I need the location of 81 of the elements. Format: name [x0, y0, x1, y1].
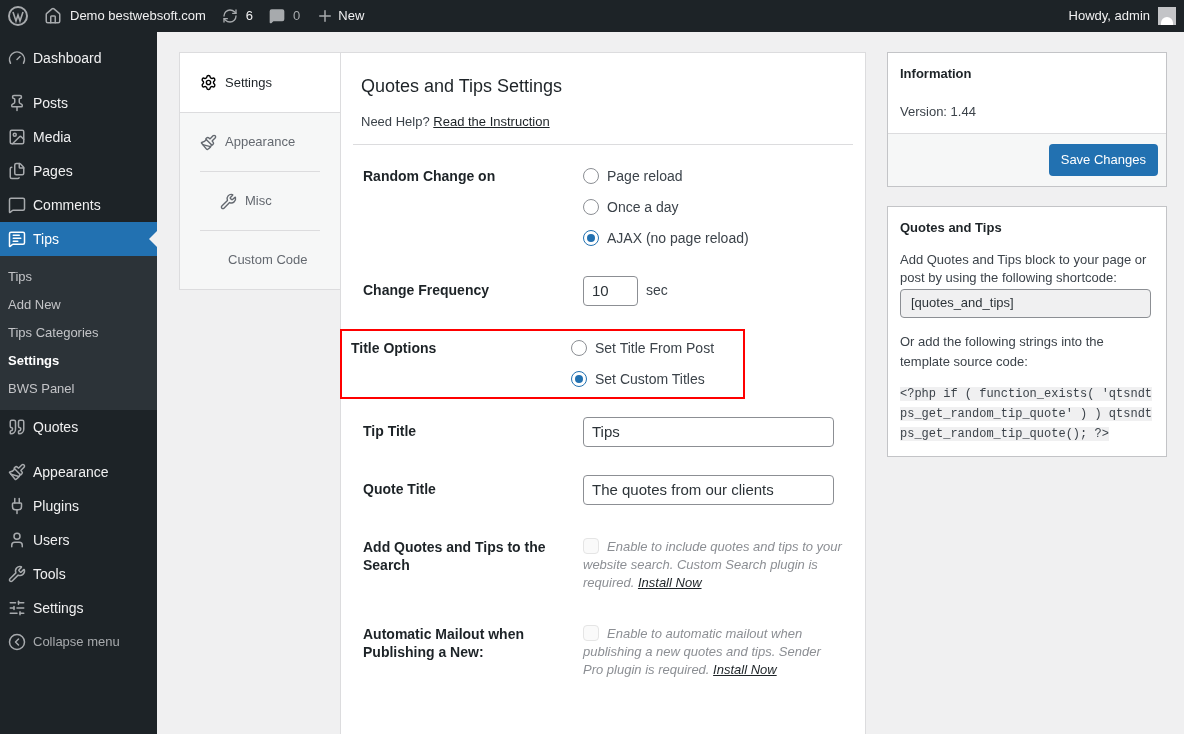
radio-button[interactable] [571, 371, 587, 387]
sidebar-item[interactable]: Posts [0, 86, 157, 120]
radio-label: Once a day [607, 197, 679, 217]
new-link[interactable]: New [338, 6, 365, 26]
submenu-item[interactable]: Tips [0, 263, 157, 291]
radio-button[interactable] [571, 340, 587, 356]
sidebar-item[interactable]: Plugins [0, 489, 157, 523]
radio-label: AJAX (no page reload) [607, 228, 749, 248]
sidebar-item[interactable]: Tools [0, 557, 157, 591]
field-label: Automatic Mailout when Publishing a New: [363, 624, 525, 662]
field-label: Tip Title [363, 421, 418, 441]
number-input[interactable]: 10 [583, 275, 638, 306]
speech-bubble-icon [8, 230, 26, 248]
comment-icon [269, 8, 286, 24]
save-changes-button[interactable]: Save Changes [1048, 144, 1158, 176]
unit-label: sec [646, 281, 668, 300]
quote-icon [8, 418, 26, 436]
collapse-icon [8, 633, 26, 651]
text-input[interactable]: The quotes from our clients [583, 474, 834, 505]
sidebar-item[interactable]: Media [0, 120, 157, 154]
gauge-icon [8, 49, 26, 67]
user-icon [8, 531, 26, 549]
checkbox-description: Enable to automatic mailout when publishing a new quotes and tips. Sender Pro plugin is required. Install Now [583, 624, 823, 679]
sidebar-item[interactable]: Dashboard [0, 41, 157, 75]
text-input[interactable]: Tips [583, 416, 834, 447]
sidebar-item[interactable]: Users [0, 523, 157, 557]
updates-icon [221, 8, 238, 24]
help-text: Need Help? Read the Instruction [353, 112, 853, 145]
field-label: Random Change on [363, 166, 497, 186]
shortcode-field[interactable]: [quotes_and_tips] [900, 288, 1151, 318]
sliders-icon [8, 599, 26, 617]
wrench-icon [220, 192, 237, 210]
greeting-link[interactable]: Howdy, admin [1068, 6, 1150, 26]
comments-count[interactable]: 0 [293, 6, 301, 26]
sidebar-item[interactable]: Pages [0, 154, 157, 188]
avatar-icon[interactable] [1158, 7, 1176, 25]
radio-button[interactable] [583, 230, 599, 246]
wordpress-logo-icon[interactable] [8, 6, 28, 26]
submenu-item[interactable]: Add New [0, 291, 157, 319]
version-text: Version: 1.44 [899, 102, 977, 121]
settings-icon [200, 74, 217, 91]
media-icon [8, 128, 26, 146]
sidebar-item[interactable]: Quotes [0, 410, 157, 444]
template-intro: Or add the following strings into the template source code: [900, 332, 1105, 371]
field-label: Add Quotes and Tips to the Search [363, 537, 547, 575]
submenu-item[interactable]: BWS Panel [0, 375, 157, 403]
pin-icon [8, 94, 26, 112]
submenu-item[interactable]: Settings [0, 347, 157, 375]
pages-icon [8, 162, 26, 180]
home-icon [44, 7, 62, 25]
updates-count[interactable]: 6 [245, 6, 254, 26]
panel-title: Information [899, 65, 973, 83]
instruction-link[interactable]: Read the Instruction [433, 114, 550, 129]
current-pointer-icon [149, 231, 157, 247]
radio-label: Page reload [607, 166, 683, 186]
panel-title: Quotes and Tips [900, 219, 1003, 237]
shortcode-intro: Add Quotes and Tips block to your page or post by using the following shortcode: [900, 250, 1148, 287]
field-label: Title Options [351, 338, 438, 358]
sidebar-item[interactable]: Appearance [0, 455, 157, 489]
sidebar-item[interactable]: Tips [0, 222, 157, 256]
radio-button[interactable] [583, 199, 599, 215]
radio-label: Set Title From Post [595, 338, 715, 358]
site-name-link[interactable]: Demo bestwebsoft.com [70, 6, 206, 26]
sidebar-item[interactable]: Settings [0, 591, 157, 625]
settings-tab[interactable]: Misc [200, 171, 320, 230]
sidebar-item[interactable]: Comments [0, 188, 157, 222]
settings-tab[interactable]: Settings [180, 53, 340, 112]
collapse-menu-button[interactable]: Collapse menu [0, 625, 157, 659]
submenu-item[interactable]: Tips Categories [0, 319, 157, 347]
field-label: Change Frequency [363, 280, 491, 300]
field-label: Quote Title [363, 479, 437, 499]
wrench-icon [8, 565, 26, 583]
settings-tab[interactable]: Custom Code [200, 230, 320, 289]
comment-icon [8, 196, 26, 214]
radio-label: Set Custom Titles [595, 369, 705, 389]
paintbrush-icon [8, 463, 26, 481]
checkbox-description: Enable to include quotes and tips to your website search. Custom Search plugin is required. Install Now [583, 537, 843, 592]
page-title: Quotes and Tips Settings [361, 75, 564, 98]
radio-button[interactable] [583, 168, 599, 184]
paintbrush-icon [200, 133, 217, 151]
code-snippet: <?php if ( function_exists( 'qtsndtps_get_random_tip_quote' ) ) qtsndtps_get_random_tip_quote(); ?> [900, 385, 1154, 443]
